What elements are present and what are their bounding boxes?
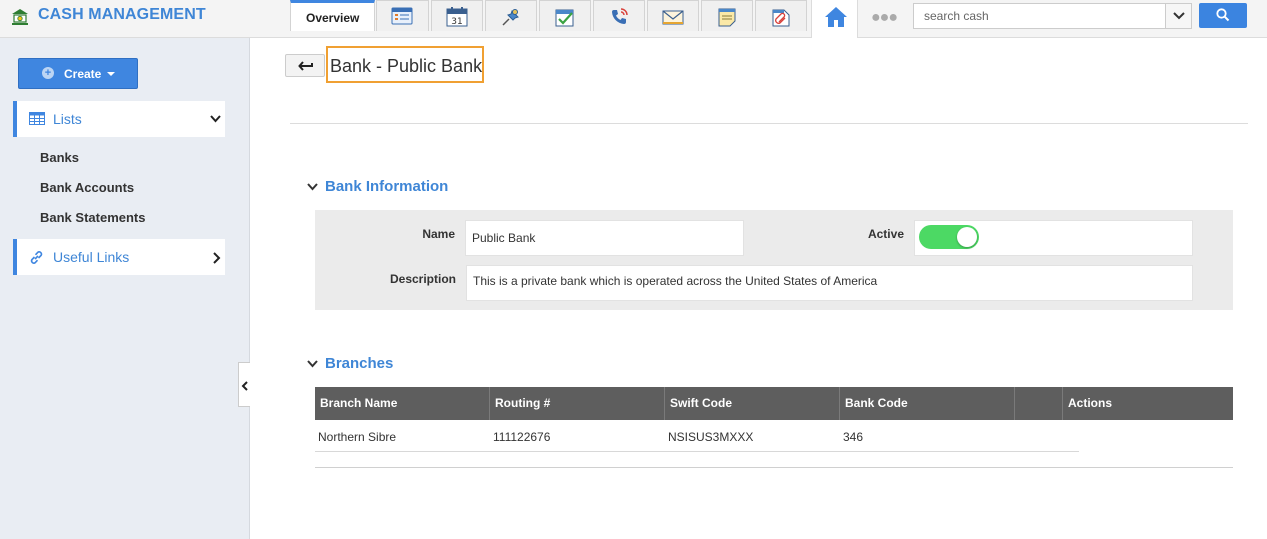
cell-branch-name[interactable]: Northern Sibre xyxy=(318,430,396,444)
tabs-divider xyxy=(290,123,1248,124)
home-button[interactable] xyxy=(811,0,858,38)
name-field[interactable]: Public Bank xyxy=(465,220,744,256)
plus-circle-icon: + xyxy=(42,67,54,79)
cell-swift-code: NSISUS3MXXX xyxy=(668,430,754,444)
create-button[interactable]: + Create xyxy=(18,58,138,89)
tab-emails[interactable] xyxy=(647,0,699,31)
branches-table-header: Branch Name Routing # Swift Code Bank Co… xyxy=(315,387,1233,420)
description-label: Description xyxy=(389,272,456,286)
row-divider xyxy=(315,451,1079,452)
home-icon xyxy=(825,7,847,27)
tab-pin[interactable] xyxy=(485,0,537,31)
tab-notes[interactable] xyxy=(701,0,753,31)
app-title[interactable]: CASH MANAGEMENT xyxy=(38,6,206,24)
tab-calendar[interactable]: 31 xyxy=(431,0,483,31)
pin-icon xyxy=(502,9,519,26)
active-label: Active xyxy=(867,227,904,241)
cell-routing: 111122676 xyxy=(493,430,551,444)
search-filter-dropdown[interactable] xyxy=(1165,3,1192,29)
sidebar-group-lists[interactable]: Lists xyxy=(13,101,225,137)
cell-bank-code: 346 xyxy=(843,430,864,444)
sidebar-group-label: Lists xyxy=(53,111,82,127)
branches-title: Branches xyxy=(325,355,394,372)
chevron-down-icon xyxy=(1173,12,1185,20)
column-header-bank-code[interactable]: Bank Code xyxy=(840,387,1015,420)
calendar-day-text: 31 xyxy=(451,17,462,27)
column-header-branch-name[interactable]: Branch Name xyxy=(315,387,490,420)
sidebar-group-label: Useful Links xyxy=(53,249,130,265)
sidebar-item-bank-statements[interactable]: Bank Statements xyxy=(40,210,145,225)
chevron-down-icon xyxy=(210,115,221,123)
column-header-swift-code[interactable]: Swift Code xyxy=(665,387,840,420)
back-arrow-icon xyxy=(298,61,313,71)
tab-overview[interactable]: Overview xyxy=(290,0,375,31)
calendar-icon: 31 xyxy=(446,7,468,27)
description-field[interactable]: This is a private bank which is operated… xyxy=(466,265,1193,301)
column-header-routing[interactable]: Routing # xyxy=(490,387,665,420)
search-button[interactable] xyxy=(1199,3,1247,28)
tab-calls[interactable] xyxy=(593,0,645,31)
phone-icon xyxy=(612,8,628,24)
sidebar-collapse-toggle[interactable] xyxy=(238,362,250,407)
name-label: Name xyxy=(422,227,455,241)
task-check-icon xyxy=(555,9,574,27)
sidebar-group-useful-links[interactable]: Useful Links xyxy=(13,239,225,275)
back-button[interactable] xyxy=(285,54,325,77)
tab-details[interactable] xyxy=(376,0,429,31)
search-input[interactable] xyxy=(913,3,1166,29)
tab-tasks[interactable] xyxy=(539,0,591,31)
column-header-actions: Actions xyxy=(1068,396,1113,410)
bank-logo-icon xyxy=(12,9,28,25)
sidebar-item-bank-accounts[interactable]: Bank Accounts xyxy=(40,180,134,195)
column-header-blank xyxy=(1015,387,1063,420)
search-icon xyxy=(1216,8,1230,22)
chevron-down-icon xyxy=(307,360,318,368)
note-icon xyxy=(718,8,736,27)
toggle-knob xyxy=(957,227,977,247)
bank-information-title: Bank Information xyxy=(325,178,449,195)
caret-down-icon xyxy=(107,72,115,76)
table-bottom-border xyxy=(315,467,1233,468)
details-card-icon xyxy=(391,7,413,25)
attachment-icon xyxy=(772,9,790,27)
link-icon xyxy=(30,251,43,264)
mail-icon xyxy=(662,10,684,25)
table-icon xyxy=(29,112,45,125)
create-button-label: Create xyxy=(64,67,102,81)
chevron-right-icon xyxy=(213,252,221,264)
active-toggle[interactable] xyxy=(919,225,979,249)
chevron-left-icon xyxy=(241,381,248,391)
more-options-icon[interactable]: ●●● xyxy=(871,9,898,27)
sidebar: + Create Lists Banks Bank Accounts Bank … xyxy=(0,38,250,539)
tab-attachments[interactable] xyxy=(755,0,807,31)
sidebar-item-banks[interactable]: Banks xyxy=(40,150,79,165)
page-title: Bank - Public Bank xyxy=(326,46,484,83)
chevron-down-icon xyxy=(307,183,318,191)
tab-overview-label: Overview xyxy=(306,11,360,25)
